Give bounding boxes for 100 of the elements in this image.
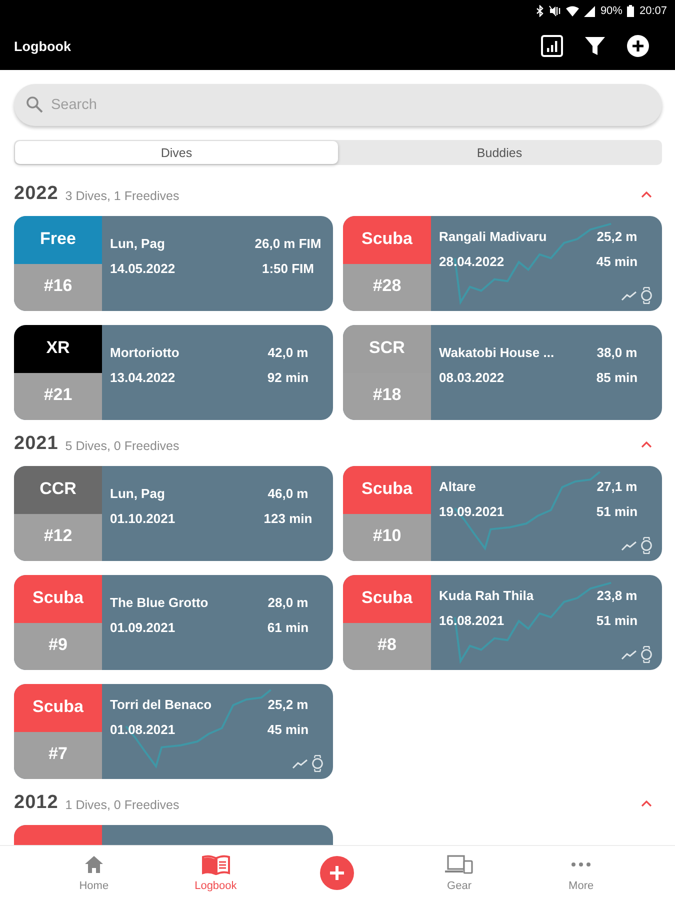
bluetooth-icon [536, 5, 544, 17]
trend-line-icon [621, 290, 637, 300]
dive-number-badge: #12 [14, 514, 102, 561]
add-icon[interactable] [627, 35, 649, 57]
max-depth: 25,2 m [266, 697, 310, 713]
dive-date: 16.08.2021 [439, 613, 506, 629]
dive-card[interactable]: Scuba #28 Rangali Madivaru 25,2 m 28.04.2022 45 min [343, 216, 662, 311]
year-summary: 5 Dives, 0 Freedives [65, 438, 180, 452]
dive-number-badge: #21 [14, 373, 102, 420]
chevron-up-icon[interactable] [641, 190, 652, 198]
wifi-icon [566, 6, 580, 16]
dive-duration: 51 min [595, 613, 639, 629]
watch-icon [641, 537, 652, 554]
dive-number-badge: #28 [343, 264, 431, 311]
muted-speaker-icon [549, 5, 562, 17]
book-icon [202, 854, 230, 874]
add-dive-button[interactable] [320, 856, 354, 890]
dive-duration: 92 min [266, 370, 310, 386]
segment-tab[interactable]: Dives [15, 141, 338, 164]
max-depth: 28,0 m [266, 595, 310, 611]
site-name: Altare [439, 479, 477, 495]
max-depth: 42,0 m [266, 345, 310, 361]
max-depth: 46,0 m [266, 486, 310, 502]
statistics-icon[interactable] [541, 35, 563, 57]
dive-date: 08.03.2022 [439, 370, 506, 386]
dive-number-badge: #18 [343, 373, 431, 420]
year-summary: 1 Dives, 0 Freedives [65, 798, 180, 812]
max-depth: 38,0 m [596, 345, 638, 361]
nav-item[interactable]: More [520, 854, 642, 892]
search-field[interactable]: Search [14, 84, 662, 126]
site-name: Mortoriotto [110, 345, 180, 361]
site-name: Lun, Pag [110, 236, 166, 252]
chevron-up-icon[interactable] [641, 800, 652, 806]
dive-duration: 51 min [595, 504, 639, 520]
dive-card[interactable]: Free #16 Lun, Pag 26,0 m FIM 14.05.2022 1:50 FIM [14, 216, 333, 311]
dive-type-badge: Scuba [343, 466, 431, 514]
site-name: Kuda Rah Thila [439, 588, 535, 604]
dive-duration: 45 min [595, 254, 639, 270]
dive-number-badge: #9 [14, 623, 102, 670]
site-name: Wakatobi House ... [439, 345, 556, 361]
chevron-up-icon[interactable] [641, 440, 652, 448]
max-depth: 27,1 m [596, 479, 638, 495]
watch-icon [641, 287, 652, 304]
dive-type-badge: Free [14, 216, 102, 264]
nav-item[interactable]: Home [33, 854, 155, 892]
dive-date: 19.09.2021 [439, 504, 506, 520]
watch-icon [312, 755, 323, 772]
signal-icon [584, 6, 596, 16]
more-icon [571, 862, 592, 867]
dive-duration: 1:50 FIM [260, 261, 315, 277]
year-summary: 3 Dives, 1 Freedives [65, 188, 180, 202]
dive-card[interactable]: XR #21 Mortoriotto 42,0 m 13.04.2022 92 min [14, 325, 333, 420]
dive-card[interactable]: SCR #18 Wakatobi House ... 38,0 m 08.03.2022 85 min [343, 325, 662, 420]
max-depth: 23,8 m [596, 588, 638, 604]
dive-number-badge: #10 [343, 514, 431, 561]
year-heading: 2012 [14, 792, 58, 814]
dive-date: 13.04.2022 [110, 370, 176, 386]
dive-type-badge: Scuba [14, 575, 102, 623]
dive-duration: 123 min [262, 511, 314, 527]
nav-item[interactable]: Gear [398, 854, 520, 892]
home-icon [84, 856, 103, 873]
site-name: Torri del Benaco [110, 697, 213, 713]
plus-icon [329, 865, 346, 881]
dive-type-badge: Scuba [343, 216, 431, 264]
dive-card[interactable]: Scuba #10 Altare 27,1 m 19.09.2021 51 min [343, 466, 662, 561]
dive-card[interactable]: Scuba #7 Torri del Benaco 25,2 m 01.08.2021 45 min [14, 684, 333, 779]
dive-type-badge: XR [14, 325, 102, 373]
trend-line-icon [292, 758, 308, 768]
dive-date: 01.09.2021 [110, 620, 176, 636]
filter-icon[interactable] [585, 36, 605, 56]
dive-card[interactable]: Scuba #9 The Blue Grotto 28,0 m 01.09.2021 61 min [14, 575, 333, 670]
clock-time: 20:07 [639, 5, 667, 17]
trend-line-icon [621, 650, 637, 660]
dive-date: 14.05.2022 [110, 261, 176, 277]
dive-card[interactable]: CCR #12 Lun, Pag 46,0 m 01.10.2021 123 min [14, 466, 333, 561]
max-depth: 26,0 m FIM [254, 236, 322, 252]
dive-date: 01.08.2021 [110, 722, 176, 738]
dive-date: 28.04.2022 [439, 254, 506, 270]
dive-number-badge: #16 [14, 264, 102, 311]
dive-type-badge: Scuba [343, 575, 431, 623]
dive-number-badge: #8 [343, 623, 431, 670]
dive-type-badge: CCR [14, 466, 102, 514]
watch-icon [641, 646, 652, 663]
year-heading: 2021 [14, 433, 58, 455]
dive-card[interactable]: Scuba #8 Kuda Rah Thila 23,8 m 16.08.2021 51 min [343, 575, 662, 670]
dive-number-badge: #7 [14, 732, 102, 779]
dive-duration: 85 min [595, 370, 639, 386]
year-heading: 2022 [14, 183, 58, 205]
battery-percent: 90% [600, 5, 622, 17]
search-icon [26, 96, 43, 113]
max-depth: 25,2 m [596, 229, 638, 245]
dive-duration: 45 min [266, 722, 310, 738]
page-title: Logbook [14, 38, 71, 54]
site-name: Lun, Pag [110, 486, 166, 502]
nav-item[interactable]: Logbook [154, 854, 277, 892]
site-name: Rangali Madivaru [439, 229, 548, 245]
devices-icon [445, 855, 474, 874]
trend-line-icon [621, 540, 637, 550]
segment-tab[interactable]: Buddies [338, 141, 661, 164]
battery-icon [627, 5, 634, 17]
